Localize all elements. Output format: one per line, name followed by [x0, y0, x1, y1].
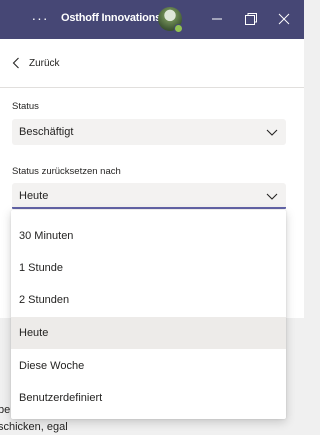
option-1-stunde[interactable]: 1 Stunde [11, 252, 286, 284]
back-button[interactable]: Zurück [12, 54, 60, 72]
status-select[interactable]: Beschäftigt [12, 119, 286, 145]
title-bar: ··· Osthoff Innovations [0, 0, 304, 39]
chevron-left-icon [12, 57, 19, 69]
org-name: Osthoff Innovations [61, 12, 162, 24]
back-label: Zurück [29, 57, 60, 69]
reset-label: Status zurücksetzen nach [12, 166, 121, 177]
restore-icon[interactable] [240, 8, 262, 30]
close-icon[interactable] [273, 8, 295, 30]
chevron-down-icon [266, 193, 278, 200]
reset-value: Heute [19, 190, 49, 202]
more-options-button[interactable]: ··· [29, 9, 51, 29]
option-heute[interactable]: Heute [11, 317, 286, 349]
reset-dropdown-menu: 30 Minuten 1 Stunde 2 Stunden Heute Dies… [11, 210, 286, 419]
status-value: Beschäftigt [19, 126, 74, 138]
minimize-icon[interactable] [206, 8, 228, 30]
chevron-down-icon [266, 129, 278, 136]
option-30-minuten[interactable]: 30 Minuten [11, 220, 286, 252]
background-text: schicken, egal [0, 421, 68, 433]
option-benutzerdefiniert[interactable]: Benutzerdefiniert [11, 382, 286, 414]
option-2-stunden[interactable]: 2 Stunden [11, 284, 286, 316]
presence-available-icon [174, 24, 183, 33]
reset-select[interactable]: Heute [12, 183, 286, 209]
divider [0, 87, 304, 88]
status-label: Status [12, 101, 39, 112]
option-diese-woche[interactable]: Diese Woche [11, 350, 286, 382]
